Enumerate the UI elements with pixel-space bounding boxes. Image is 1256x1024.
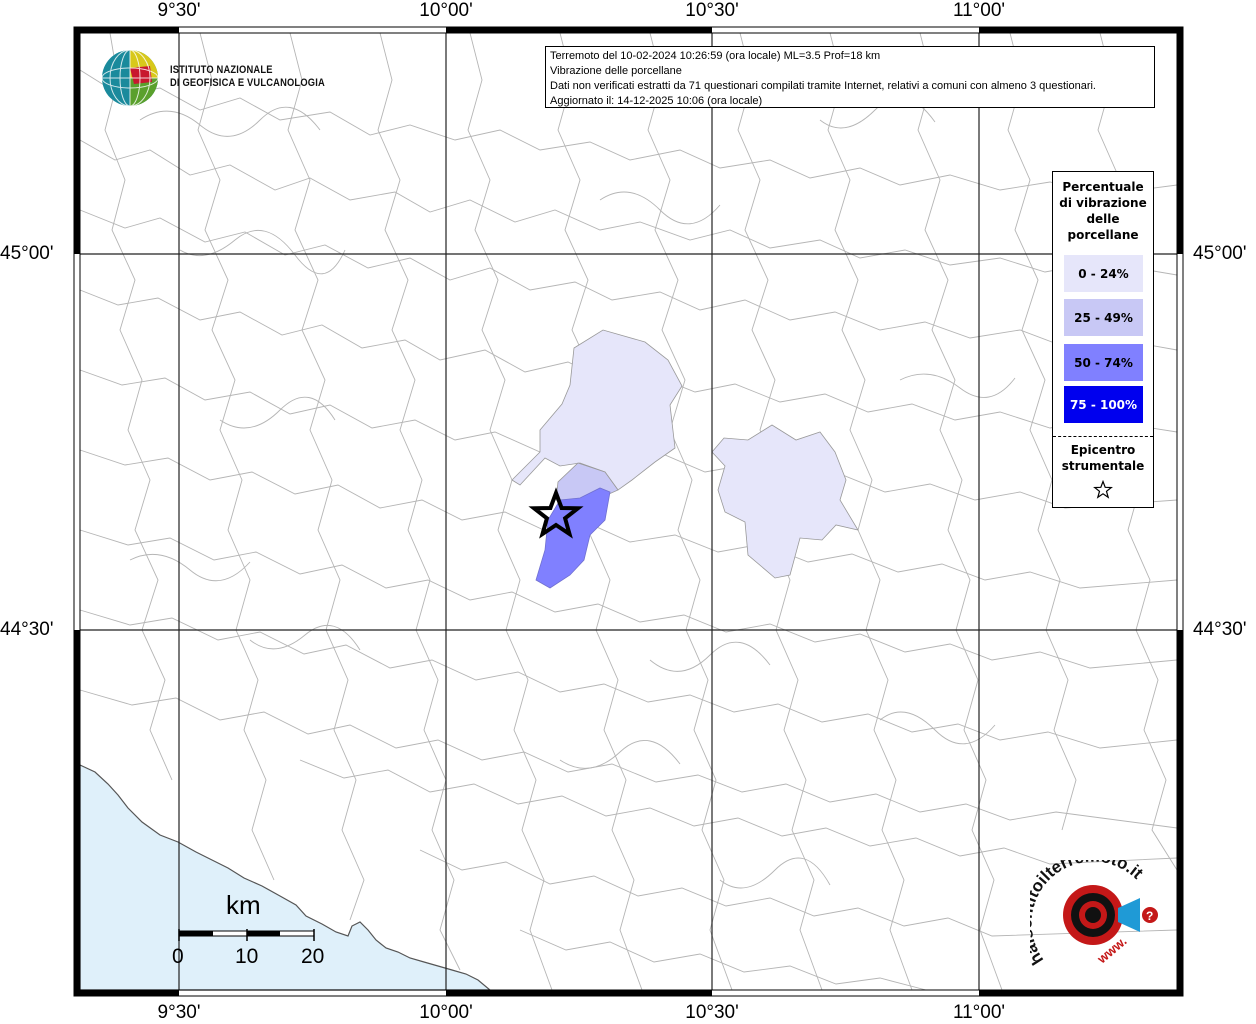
legend-title-line-2: di vibrazione [1059, 196, 1147, 210]
scale-tick-0: 0 [172, 945, 184, 968]
earthquake-info-box: Terremoto del 10-02-2024 10:26:59 (ora l… [545, 46, 1155, 108]
legend-star-icon [1093, 480, 1113, 499]
legend-epicenter-label: Epicentro strumentale [1053, 442, 1153, 474]
haisentito-logo: haisentitoilterremoto.it ? www. [1017, 847, 1170, 983]
legend-class-label: 25 - 49% [1074, 310, 1133, 325]
lon-label-top-3: 11°00' [952, 0, 1006, 21]
info-line-updated: Aggiornato il: 14-12-2025 10:06 (ora loc… [550, 95, 763, 107]
info-line-event: Terremoto del 10-02-2024 10:26:59 (ora l… [550, 50, 881, 62]
lon-label-bottom-3: 11°00' [952, 1002, 1006, 1023]
lat-label-right-1: 44°30' [1193, 619, 1247, 640]
legend-class-50-74: 50 - 74% [1064, 344, 1143, 381]
lon-label-top-0: 9°30' [157, 0, 201, 21]
legend-epicenter-line-2: strumentale [1061, 459, 1145, 473]
legend-title: Percentuale di vibrazione delle porcella… [1053, 179, 1153, 243]
legend-class-label: 0 - 24% [1078, 266, 1129, 281]
ingv-name: ISTITUTO NAZIONALE DI GEOFISICA E VULCAN… [170, 64, 325, 90]
legend-class-label: 50 - 74% [1074, 355, 1133, 370]
lat-label-left-0: 45°00' [0, 243, 54, 264]
info-line-data-note: Dati non verificati estratti da 71 quest… [550, 80, 1096, 92]
haisentito-question-text: ? [1146, 909, 1153, 923]
legend-title-line-4: porcellane [1067, 228, 1139, 242]
scale-unit-label: km [226, 890, 261, 920]
ingv-logo [100, 48, 162, 113]
legend-epicenter-line-1: Epicentro [1070, 443, 1136, 457]
lon-label-bottom-2: 10°30' [685, 1002, 739, 1023]
legend-title-line-1: Percentuale [1062, 180, 1144, 194]
legend: Percentuale di vibrazione delle porcella… [1052, 171, 1154, 508]
scale-tick-10: 10 [235, 945, 259, 968]
ingv-line-2: DI GEOFISICA E VULCANOLOGIA [170, 77, 325, 89]
scale-tick-20: 20 [301, 945, 325, 968]
legend-class-25-49: 25 - 49% [1064, 299, 1143, 336]
legend-class-label: 75 - 100% [1069, 397, 1138, 412]
lon-label-bottom-0: 9°30' [157, 1002, 201, 1023]
lon-label-top-1: 10°00' [419, 0, 473, 21]
legend-class-75-100: 75 - 100% [1064, 386, 1143, 423]
map-area [79, 32, 1178, 991]
ingv-line-1: ISTITUTO NAZIONALE [170, 64, 273, 76]
legend-separator [1053, 436, 1153, 437]
lat-label-left-1: 44°30' [0, 619, 54, 640]
legend-title-line-3: delle [1086, 212, 1120, 226]
legend-class-0-24: 0 - 24% [1064, 255, 1143, 292]
lat-label-right-0: 45°00' [1193, 243, 1247, 264]
haisentito-logo-icon: haisentitoilterremoto.it ? www. [1017, 847, 1158, 968]
ingv-globe-icon [101, 49, 159, 107]
info-line-parameter: Vibrazione delle porcellane [550, 65, 682, 77]
lon-label-bottom-1: 10°00' [419, 1002, 473, 1023]
lon-label-top-2: 10°30' [685, 0, 739, 21]
